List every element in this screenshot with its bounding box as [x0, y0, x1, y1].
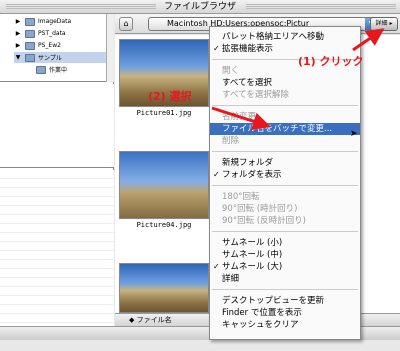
mouse-cursor-icon: ➤ [350, 129, 358, 139]
menu-item-rotate-90-cw: 90°回転 (時計回り) [222, 204, 298, 214]
checkmark-icon: ✓ [213, 262, 220, 271]
checkmark-icon: ✓ [213, 44, 220, 53]
menu-item-details[interactable]: 詳細 [210, 273, 360, 285]
sort-label[interactable]: ファイル名 [137, 316, 172, 324]
detail-menu-button[interactable]: 詳細 ▸ [370, 17, 398, 31]
home-icon[interactable]: ⌂ [119, 17, 133, 31]
menu-item-reveal-in-finder[interactable]: Finder で位置を表示 [210, 307, 360, 319]
folder-icon [25, 53, 35, 62]
thumbnail-image[interactable] [119, 263, 209, 313]
tree-item-sample[interactable]: ▼ サンプル [14, 52, 106, 63]
step2-annotation: (2) 選択 [148, 90, 192, 103]
tree-item-label: 作業中 [49, 67, 68, 74]
thumbnail-image[interactable] [119, 151, 209, 219]
left-pane: ▶ ImageData ▶ PST_data ▶ PS_Ew2 ▼ サンプル 作… [0, 14, 114, 326]
menu-item-thumbnail-small[interactable]: サムネール (小) [210, 237, 360, 249]
menu-item-batch-rename[interactable]: ファイル名をバッチで変更... [210, 123, 360, 135]
disclosure-triangle-icon[interactable]: ▶ [14, 18, 22, 25]
metadata-panel [0, 170, 114, 326]
titlebar-stripes-right [246, 4, 396, 10]
menu-item-select-all[interactable]: すべてを選択 [210, 77, 360, 89]
checkmark-icon: ✓ [213, 170, 220, 179]
disclosure-triangle-icon[interactable]: ▶ [14, 42, 22, 49]
menu-item-new-folder[interactable]: 新規フォルダ [210, 157, 360, 169]
menu-item-thumbnail-large[interactable]: ✓ サムネール (大) [210, 261, 360, 273]
tree-item-ps-ew2[interactable]: ▶ PS_Ew2 [14, 40, 61, 51]
disclosure-triangle-open-icon[interactable]: ▼ [14, 54, 22, 61]
step1-annotation: (1) クリック [298, 55, 364, 68]
menu-item-rotate-90-ccw: 90°回転 (反時計回り) [222, 216, 306, 226]
menu-separator [212, 151, 358, 152]
folder-icon [25, 29, 35, 38]
menu-separator [212, 185, 358, 186]
thumbnail-label: Picture01.jpg [136, 109, 192, 117]
tree-item-label: サンプル [38, 55, 62, 62]
folder-icon [25, 41, 35, 50]
folder-icon [25, 17, 35, 26]
thumbnail-label: Picture04.jpg [136, 221, 192, 229]
sort-icon[interactable]: ◆ [129, 316, 134, 324]
menu-separator [212, 105, 358, 106]
thumbnail-item[interactable]: Picture04.jpg [115, 149, 213, 239]
menu-item-purge-cache[interactable]: キャッシュをクリア [210, 319, 360, 331]
tree-scrollbar[interactable] [106, 14, 114, 82]
menu-item-refresh-desktop-view[interactable]: デスクトップビューを更新 [210, 295, 360, 307]
menu-item-rotate-180: 180°回転 [222, 192, 260, 202]
disclosure-triangle-icon[interactable]: ▶ [14, 30, 22, 37]
tree-item-work[interactable]: 作業中 [36, 64, 67, 75]
tree-item-label: ImageData [38, 18, 72, 25]
menu-item-thumbnail-medium[interactable]: サムネール (中) [210, 249, 360, 261]
menu-separator [212, 289, 358, 290]
folder-tree: ▶ ImageData ▶ PST_data ▶ PS_Ew2 ▼ サンプル 作… [0, 14, 114, 82]
menu-separator [212, 231, 358, 232]
preview-panel [0, 84, 114, 168]
window-titlebar: ファイルブラウザ [0, 0, 400, 14]
window-title: ファイルブラウザ [163, 2, 236, 12]
menu-item-show-folders[interactable]: ✓ フォルダを表示 [210, 169, 360, 181]
context-menu: パレット格納エリアへ移動 ✓ 拡張機能表示 開く すべてを選択 すべてを選択解除 … [209, 26, 361, 340]
tree-item-label: PS_Ew2 [38, 42, 61, 49]
tree-item-pst-data[interactable]: ▶ PST_data [14, 28, 66, 39]
tree-item-label: PST_data [38, 30, 66, 37]
tree-item-imagedata[interactable]: ▶ ImageData [14, 16, 71, 27]
thumbnail-item[interactable]: Picture01.jpg [115, 37, 213, 127]
titlebar-stripes-left [6, 4, 156, 10]
menu-item-delete: 削除 [222, 136, 240, 146]
menu-item-move-to-palette[interactable]: パレット格納エリアへ移動 [210, 31, 360, 43]
menu-item-rename: 名前変更 [222, 112, 257, 122]
menu-item-deselect-all: すべてを選択解除 [222, 90, 289, 100]
folder-icon [36, 65, 46, 74]
